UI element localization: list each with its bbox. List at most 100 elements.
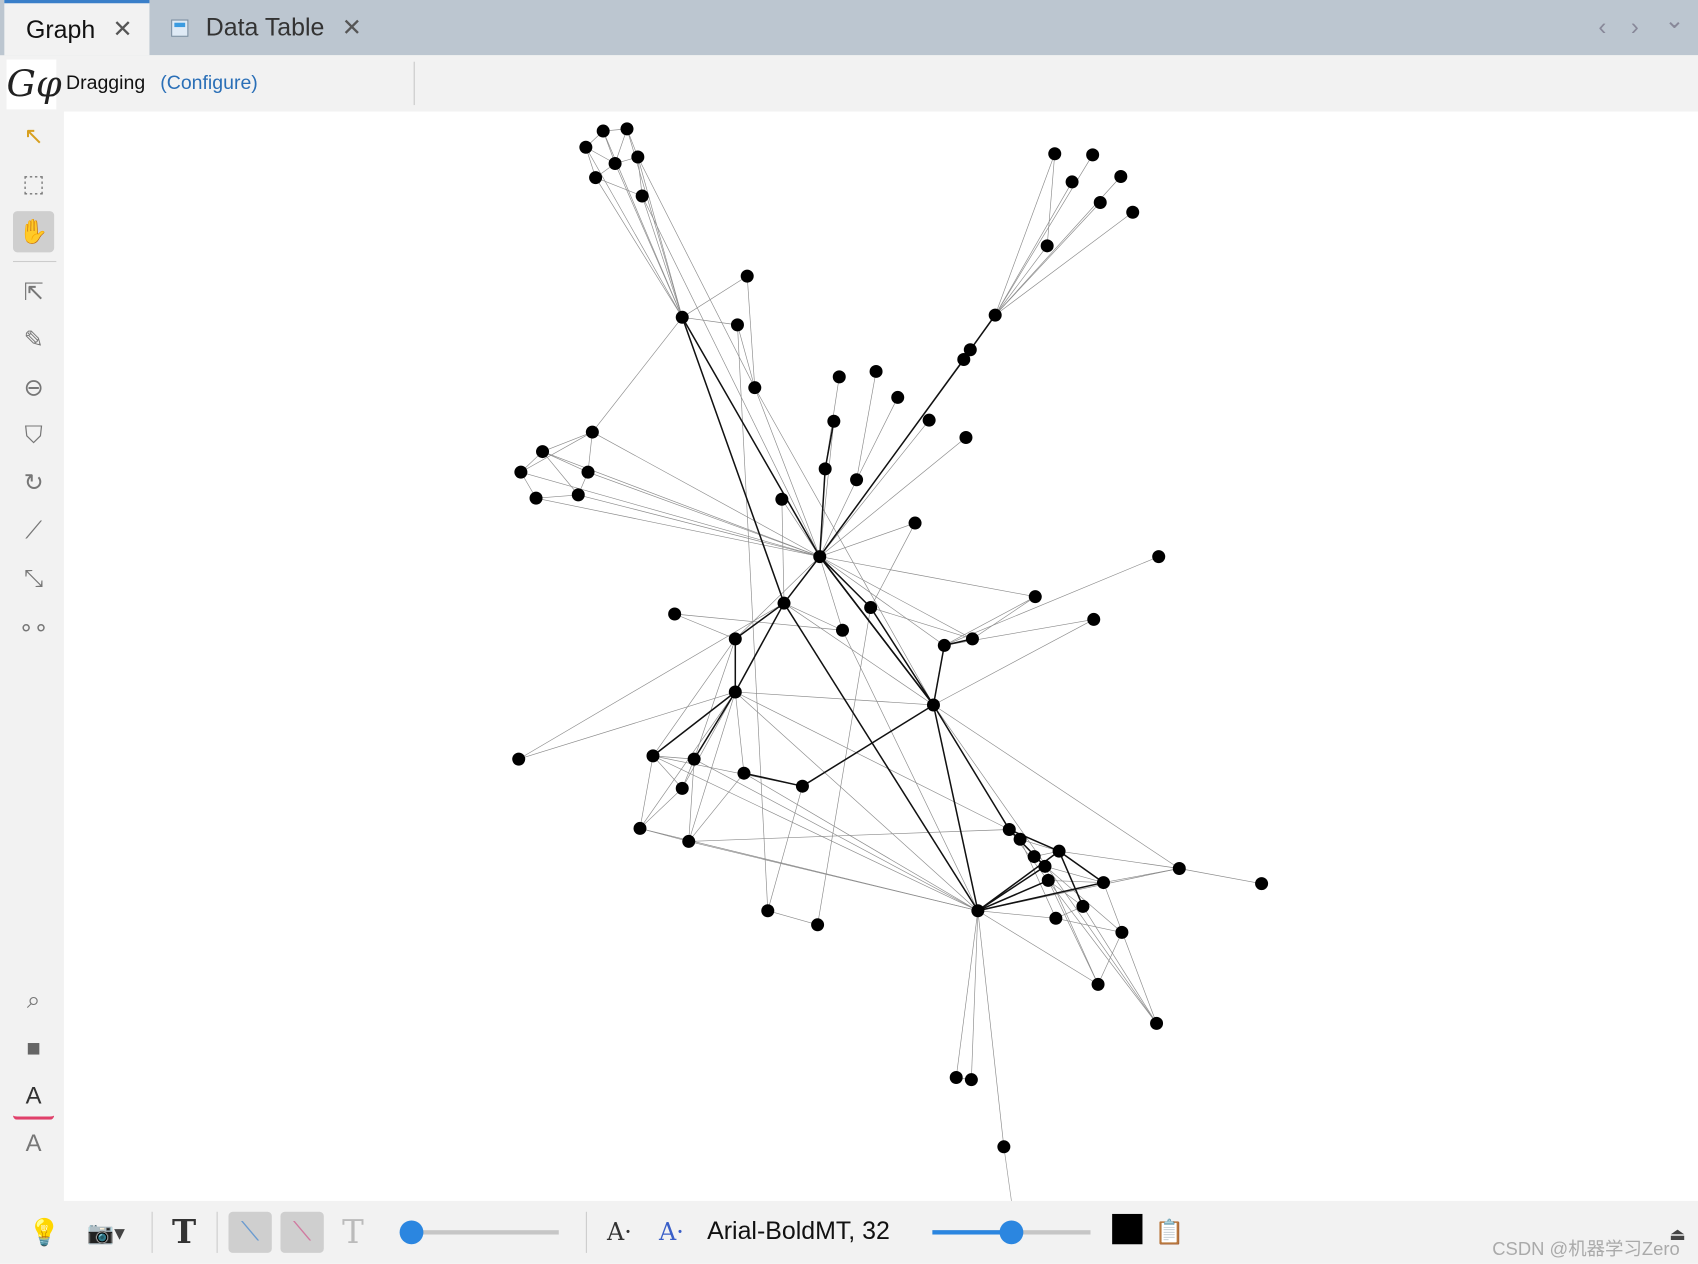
graph-node[interactable] xyxy=(1041,873,1055,887)
eject-icon[interactable]: ⏏ xyxy=(1666,1214,1690,1255)
graph-node[interactable] xyxy=(1013,832,1027,846)
graph-node[interactable] xyxy=(964,1073,978,1087)
label-size-slider[interactable] xyxy=(932,1220,1091,1245)
show-labels-icon[interactable]: T xyxy=(165,1212,204,1253)
graph-node[interactable] xyxy=(1065,175,1079,189)
background-color-icon[interactable]: ■ xyxy=(13,1028,54,1069)
graph-node[interactable] xyxy=(1115,925,1129,939)
size-icon[interactable]: ⊖ xyxy=(13,367,54,408)
graph-node[interactable] xyxy=(608,157,622,171)
graph-node[interactable] xyxy=(891,390,905,404)
zoom-center-icon[interactable]: ⌕ xyxy=(13,980,54,1021)
graph-node[interactable] xyxy=(1052,844,1066,858)
graph-node[interactable] xyxy=(1087,612,1101,626)
graph-node[interactable] xyxy=(1152,550,1166,564)
graph-node[interactable] xyxy=(1027,850,1041,864)
graph-node[interactable] xyxy=(620,122,634,136)
add-edge-icon[interactable]: ⤡ xyxy=(13,558,54,599)
rotate-icon[interactable]: ↻ xyxy=(13,462,54,503)
graph-node[interactable] xyxy=(813,550,827,564)
paint-icon[interactable]: ⛉ xyxy=(13,415,54,456)
graph-node[interactable] xyxy=(1114,170,1128,184)
graph-node[interactable] xyxy=(748,381,762,395)
chevron-left-icon[interactable]: ‹ xyxy=(1598,13,1606,41)
edge-display-icon[interactable]: ⟍ xyxy=(228,1211,272,1253)
graph-node[interactable] xyxy=(1076,899,1090,913)
slider-handle[interactable] xyxy=(999,1220,1024,1245)
graph-node[interactable] xyxy=(514,465,528,479)
graph-node[interactable] xyxy=(589,171,603,185)
graph-node[interactable] xyxy=(728,632,742,646)
graph-node[interactable] xyxy=(1048,147,1062,161)
graph-node[interactable] xyxy=(1093,196,1107,210)
graph-node[interactable] xyxy=(581,465,595,479)
screenshot-icon[interactable]: 📷▾ xyxy=(76,1212,137,1253)
graph-node[interactable] xyxy=(827,414,841,428)
chevron-down-icon[interactable]: ⌄ xyxy=(1664,6,1684,34)
slider-handle[interactable] xyxy=(399,1220,424,1245)
graph-node[interactable] xyxy=(997,1140,1011,1154)
graph-node[interactable] xyxy=(1126,205,1140,219)
graph-node[interactable] xyxy=(728,685,742,699)
graph-node[interactable] xyxy=(571,488,585,502)
rect-select-icon[interactable]: ⬚ xyxy=(13,164,54,205)
tab-data-table[interactable]: Data Table ✕ xyxy=(171,0,362,55)
graph-canvas[interactable] xyxy=(63,111,1698,1201)
graph-node[interactable] xyxy=(536,445,550,459)
graph-node[interactable] xyxy=(971,904,985,918)
graph-node[interactable] xyxy=(730,318,744,332)
brush-icon[interactable]: ✎ xyxy=(13,319,54,360)
pointer-icon[interactable]: ↖ xyxy=(13,116,54,157)
close-icon[interactable]: ✕ xyxy=(342,14,362,42)
graph-node[interactable] xyxy=(988,308,1002,322)
graph-node[interactable] xyxy=(869,364,883,378)
clipboard-icon[interactable]: 📋 xyxy=(1152,1212,1187,1253)
graph-node[interactable] xyxy=(949,1070,963,1084)
label-size-icon[interactable]: A xyxy=(13,1123,54,1164)
graph-node[interactable] xyxy=(1040,239,1054,253)
graph-node[interactable] xyxy=(777,596,791,610)
graph-node[interactable] xyxy=(585,425,599,439)
graph-node[interactable] xyxy=(1255,877,1269,891)
graph-node[interactable] xyxy=(795,779,809,793)
font-size-icon[interactable]: A· xyxy=(602,1212,637,1253)
graph-node[interactable] xyxy=(811,918,825,932)
graph-node[interactable] xyxy=(682,834,696,848)
graph-node[interactable] xyxy=(675,781,689,795)
graph-node[interactable] xyxy=(740,269,754,283)
graph-node[interactable] xyxy=(1150,1016,1164,1030)
configure-link[interactable]: (Configure) xyxy=(160,71,258,94)
edge-labels-icon[interactable]: T xyxy=(334,1212,373,1253)
graph-node[interactable] xyxy=(687,752,701,766)
graph-node[interactable] xyxy=(1038,859,1052,873)
graph-node[interactable] xyxy=(908,516,922,530)
graph-node[interactable] xyxy=(1086,148,1100,162)
graph-node[interactable] xyxy=(959,430,973,444)
drag-hand-icon[interactable]: ✋ xyxy=(12,211,55,253)
font-color-icon[interactable]: A· xyxy=(654,1212,689,1253)
graph-node[interactable] xyxy=(937,638,951,652)
graph-node[interactable] xyxy=(832,370,846,384)
graph-node[interactable] xyxy=(965,632,979,646)
graph-node[interactable] xyxy=(1002,823,1016,837)
graph-node[interactable] xyxy=(737,766,751,780)
graph-node[interactable] xyxy=(850,473,864,487)
graph-node[interactable] xyxy=(579,140,593,154)
shortest-path-icon[interactable]: ∘∘ xyxy=(13,608,54,649)
graph-node[interactable] xyxy=(1096,876,1110,890)
graph-node[interactable] xyxy=(635,189,649,203)
graph-node[interactable] xyxy=(596,124,610,138)
label-color-swatch[interactable] xyxy=(1112,1213,1143,1245)
font-selector[interactable]: Arial-BoldMT, 32 xyxy=(707,1216,890,1245)
graph-node[interactable] xyxy=(1028,590,1042,604)
label-color-icon[interactable]: A xyxy=(12,1075,55,1120)
graph-node[interactable] xyxy=(957,353,971,367)
graph-node[interactable] xyxy=(818,462,832,476)
lightbulb-icon[interactable]: 💡 xyxy=(26,1212,63,1253)
graph-node[interactable] xyxy=(512,752,526,766)
graph-node[interactable] xyxy=(926,698,940,712)
graph-node[interactable] xyxy=(1091,977,1105,991)
graph-node[interactable] xyxy=(1049,911,1063,925)
edge-scale-slider[interactable] xyxy=(399,1220,559,1245)
graph-node[interactable] xyxy=(836,623,850,637)
